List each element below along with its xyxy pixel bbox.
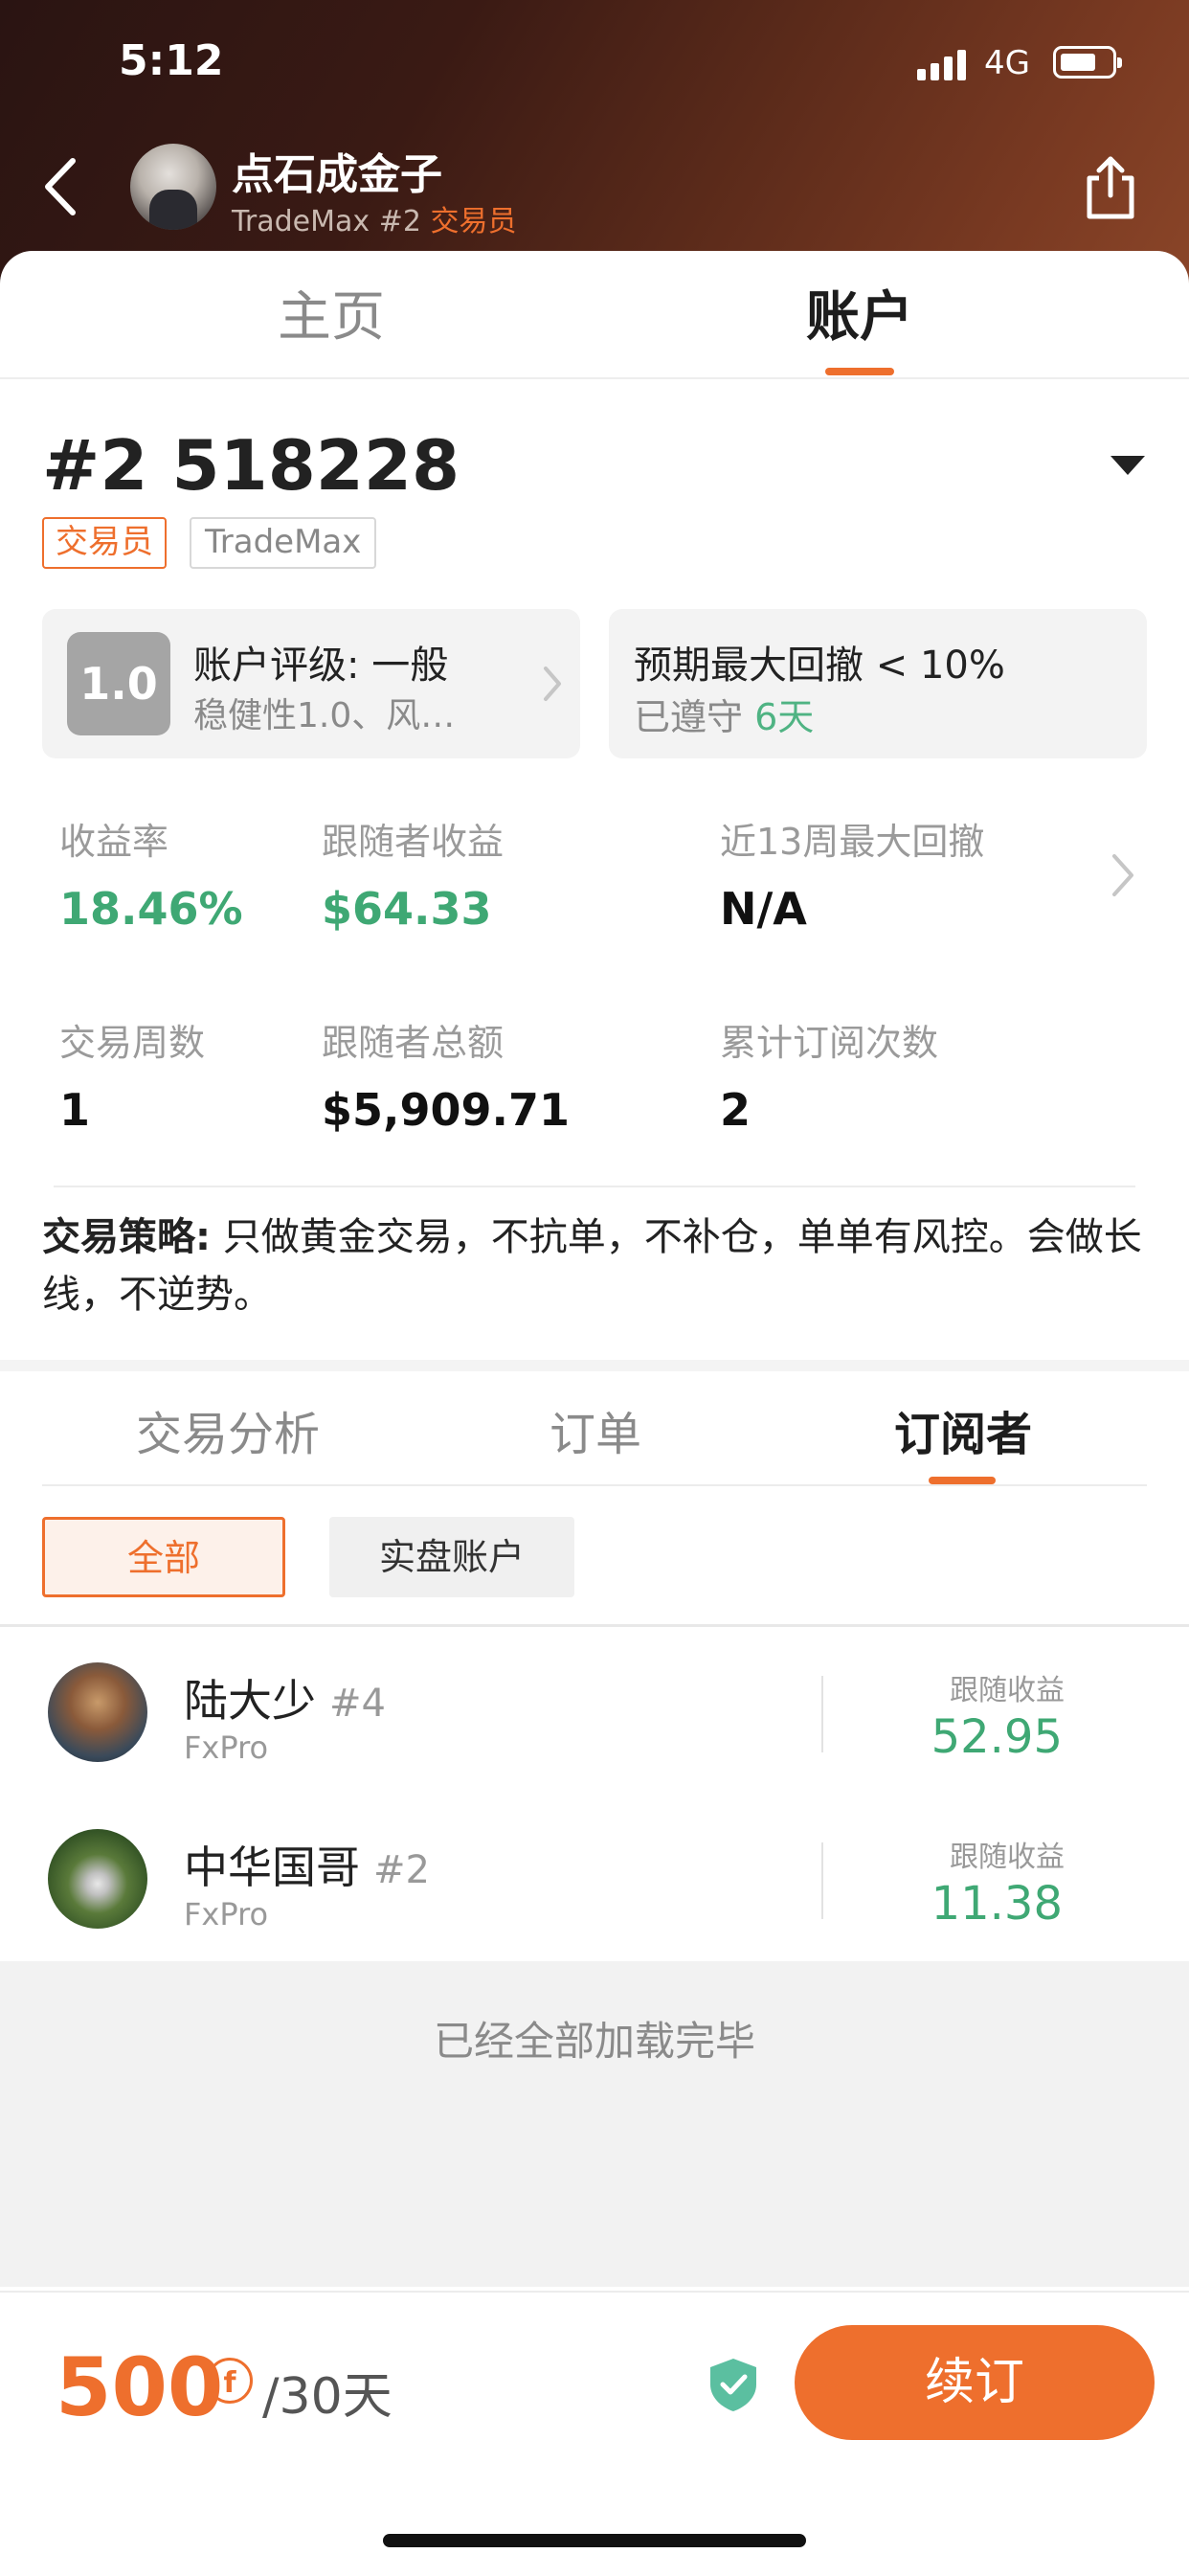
main-tabs: 主页 账户 [0,251,1189,379]
subtab-active-indicator [929,1477,996,1484]
stat-label-follower-profit: 跟随者收益 [322,821,505,863]
subscriber-broker: FxPro [184,1729,269,1766]
list-item[interactable]: 陆大少 #4 FxPro 跟随收益 52.95 [0,1634,1189,1800]
avatar [48,1829,147,1929]
broker-rank: TradeMax #2 [232,205,431,238]
avatar [48,1662,147,1762]
gain-value: 52.95 [931,1710,1063,1764]
stat-label-max-drawdown: 近13周最大回撤 [720,821,985,863]
dropdown-arrow-icon[interactable] [1110,456,1145,475]
chevron-left-icon [45,158,76,215]
subtabs-divider [42,1484,1147,1486]
home-indicator [383,2534,806,2547]
stat-label-weeks: 交易周数 [59,1022,206,1064]
back-button[interactable] [36,153,84,220]
chevron-right-icon [544,667,561,701]
subscriber-broker: FxPro [184,1896,269,1932]
tab-account[interactable]: 账户 [806,274,913,351]
subscriber-name-text: 中华国哥 [184,1842,360,1893]
divider [54,1186,1135,1187]
trader-subtitle: TradeMax #2 交易员 [232,197,516,239]
list-item[interactable]: 中华国哥 #2 FxPro 跟随收益 11.38 [0,1800,1189,1967]
stat-value-subscriptions: 2 [720,1084,752,1136]
subscription-period: /30天 [262,2368,393,2426]
strategy-label: 交易策略: [42,1215,211,1259]
gain-value: 11.38 [931,1877,1063,1931]
gain-label: 跟随收益 [950,1674,1065,1707]
all-loaded-text: 已经全部加载完毕 [433,2018,755,2065]
tab-trade-analysis[interactable]: 交易分析 [136,1396,320,1463]
vertical-divider [821,1676,823,1752]
filter-real-account-button[interactable]: 实盘账户 [329,1517,574,1597]
rating-badge: 1.0 [67,632,170,735]
stat-label-return: 收益率 [59,821,169,863]
renew-button[interactable]: 续订 [795,2325,1155,2440]
section-divider [0,1360,1189,1371]
network-type: 4G [984,44,1030,82]
subscriber-name-text: 陆大少 [184,1675,316,1727]
drawdown-title: 预期最大回撤 < 10% [634,644,1005,688]
drawdown-subtitle: 已遵守 6天 [634,688,814,740]
subscriber-name: 陆大少 #4 [184,1666,386,1729]
share-button[interactable] [1082,153,1139,222]
role-label: 交易员 [430,205,517,238]
subscription-price: 500 [56,2340,224,2434]
tab-home[interactable]: 主页 [278,274,385,351]
compliance-prefix: 已遵守 [634,696,755,738]
stat-value-return: 18.46% [59,883,243,935]
subscriber-rank: #2 [373,1848,430,1892]
stat-value-follower-total: $5,909.71 [322,1084,570,1136]
status-time: 5:12 [119,36,224,85]
role-tag: 交易员 [42,517,167,569]
rating-subtitle: 稳健性1.0、风… [193,696,456,735]
filter-divider [0,1624,1189,1627]
rating-title: 账户评级: 一般 [193,644,449,688]
rating-card[interactable]: 1.0 账户评级: 一般 稳健性1.0、风… [42,609,580,758]
stat-label-subscriptions: 累计订阅次数 [720,1022,939,1064]
compliance-days: 6天 [754,696,815,738]
tab-orders[interactable]: 订单 [550,1396,641,1463]
avatar[interactable] [130,144,216,230]
tab-subscribers[interactable]: 订阅者 [894,1396,1032,1463]
chevron-right-icon[interactable] [1109,848,1137,902]
shield-check-icon [710,2359,756,2411]
stat-value-weeks: 1 [59,1084,91,1136]
trader-name: 点石成金子 [232,150,442,199]
strategy-text: 交易策略: 只做黄金交易，不抗单，不补仓，单单有风控。会做长线，不逆势。 [42,1209,1143,1323]
broker-tag: TradeMax [190,517,377,569]
subscriber-rank: #4 [329,1682,386,1726]
vertical-divider [821,1842,823,1919]
subscriber-name: 中华国哥 #2 [184,1833,430,1896]
gain-label: 跟随收益 [950,1841,1065,1874]
filter-all-button[interactable]: 全部 [42,1517,285,1597]
coin-icon: f [207,2358,253,2404]
drawdown-card: 预期最大回撤 < 10% 已遵守 6天 [609,609,1147,758]
signal-icon [917,48,969,80]
tab-active-indicator [825,368,894,375]
stat-label-follower-total: 跟随者总额 [322,1022,505,1064]
account-title: #2 518228 [42,425,460,506]
battery-icon [1053,46,1122,79]
share-icon [1087,156,1134,219]
stat-value-max-drawdown: N/A [720,883,807,935]
stat-value-follower-profit: $64.33 [322,883,492,935]
